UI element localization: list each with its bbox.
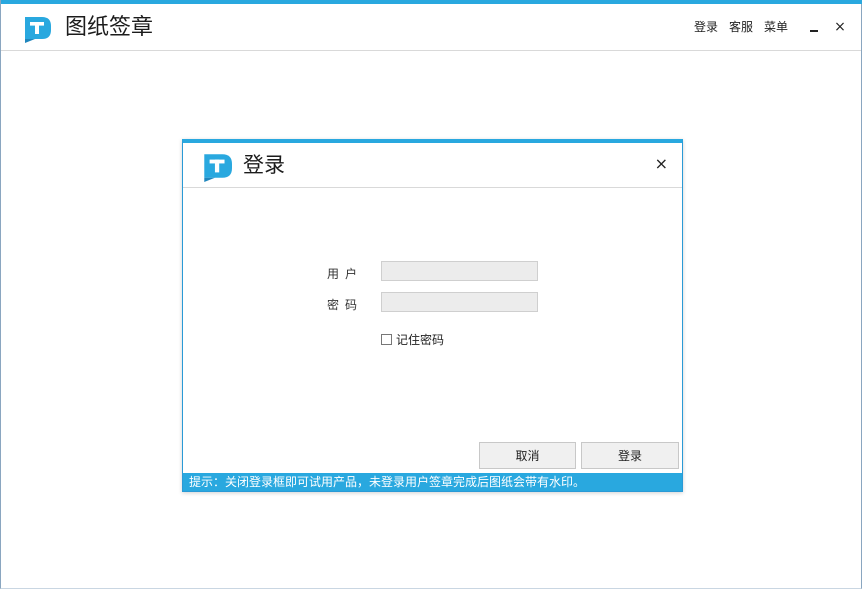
dialog-logo-icon bbox=[204, 154, 232, 182]
top-login-link[interactable]: 登录 bbox=[694, 18, 718, 36]
title-bar: 图纸签章 登录 客服 菜单 × bbox=[1, 4, 861, 51]
main-menu-link[interactable]: 菜单 bbox=[764, 18, 788, 36]
login-button[interactable]: 登录 bbox=[581, 442, 679, 469]
minimize-icon bbox=[810, 30, 818, 32]
remember-password-option[interactable]: 记住密码 bbox=[381, 331, 444, 348]
app-logo-icon bbox=[25, 17, 51, 43]
username-input[interactable] bbox=[381, 261, 538, 281]
main-window: 图纸签章 登录 客服 菜单 × 登录 × 用户 密码 记住密码 取消 登录 提示… bbox=[0, 0, 862, 589]
remember-password-label: 记住密码 bbox=[396, 333, 445, 347]
cancel-button[interactable]: 取消 bbox=[479, 442, 576, 469]
hint-bar: 提示：关闭登录框即可试用产品，未登录用户签章完成后图纸会带有水印。 bbox=[183, 473, 682, 491]
dialog-title: 登录 bbox=[243, 153, 285, 177]
username-label: 用户 bbox=[327, 267, 364, 281]
remember-password-checkbox[interactable] bbox=[381, 334, 392, 345]
customer-service-link[interactable]: 客服 bbox=[729, 18, 753, 36]
password-input[interactable] bbox=[381, 292, 538, 312]
window-close-button[interactable]: × bbox=[829, 18, 851, 36]
dialog-header: 登录 × bbox=[183, 143, 682, 188]
password-label: 密码 bbox=[327, 298, 364, 312]
login-dialog: 登录 × 用户 密码 记住密码 取消 登录 提示：关闭登录框即可试用产品，未登录… bbox=[182, 139, 683, 492]
dialog-close-button[interactable]: × bbox=[655, 154, 668, 174]
minimize-button[interactable] bbox=[803, 18, 825, 36]
app-title: 图纸签章 bbox=[65, 15, 154, 40]
top-menu: 登录 客服 菜单 × bbox=[694, 18, 851, 36]
